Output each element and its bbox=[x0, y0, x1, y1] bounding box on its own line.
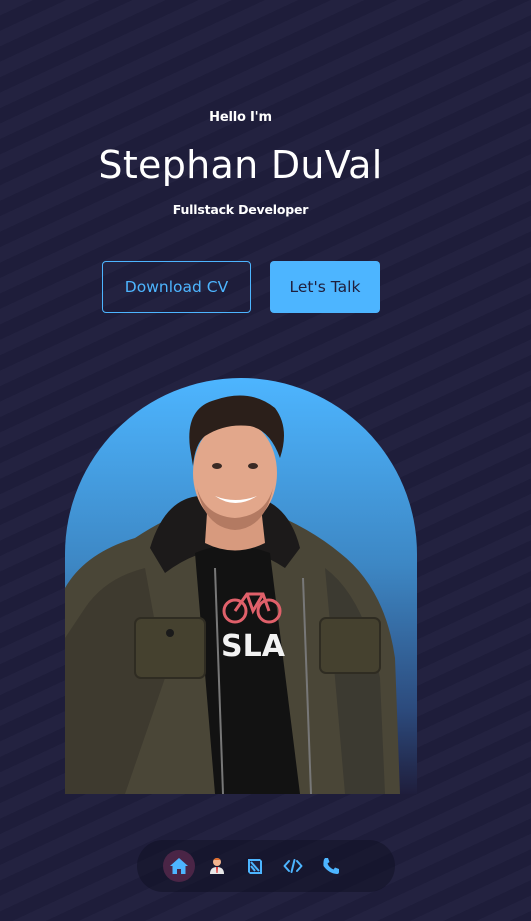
book-icon bbox=[248, 859, 262, 874]
nav-about[interactable] bbox=[201, 850, 233, 882]
role-subtitle: Fullstack Developer bbox=[172, 202, 309, 217]
profile-photo: SLA bbox=[65, 378, 417, 794]
shirt-text: SLA bbox=[221, 629, 286, 664]
nav-portfolio[interactable] bbox=[277, 850, 309, 882]
nav-home[interactable] bbox=[163, 850, 195, 882]
page-title: Stephan DuVal bbox=[98, 143, 383, 187]
user-icon bbox=[210, 858, 224, 874]
portrait-illustration: SLA bbox=[65, 395, 400, 794]
download-cv-button[interactable]: Download CV bbox=[102, 261, 251, 313]
phone-icon bbox=[323, 858, 339, 874]
nav-experience[interactable] bbox=[239, 850, 271, 882]
bottom-nav bbox=[137, 840, 395, 892]
lets-talk-button[interactable]: Let's Talk bbox=[270, 261, 380, 313]
code-icon bbox=[283, 859, 303, 873]
home-icon bbox=[170, 858, 188, 874]
greeting-text: Hello I'm bbox=[209, 110, 272, 125]
nav-contact[interactable] bbox=[315, 850, 347, 882]
